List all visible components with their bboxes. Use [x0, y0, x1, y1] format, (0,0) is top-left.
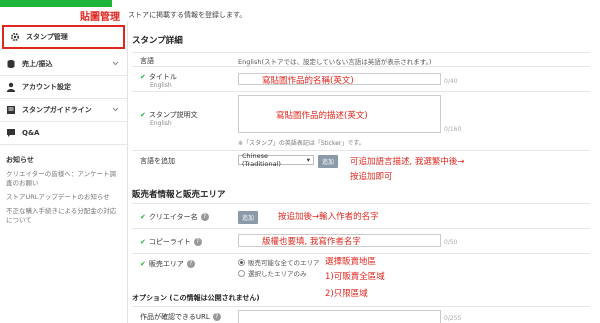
- language-select[interactable]: Chinese (Traditional) ▾: [238, 152, 314, 168]
- copyright-counter: 0/50: [444, 239, 458, 246]
- book-icon: [6, 105, 16, 115]
- help-icon[interactable]: ?: [186, 260, 195, 268]
- add-language-button[interactable]: 追加: [318, 155, 339, 168]
- progress-fill: [0, 0, 112, 7]
- creator-row: ✔ クリエイター名? 追加 按追加後→輸入作者的名字: [132, 203, 590, 228]
- sidebar-item-guideline[interactable]: スタンプガイドライン: [0, 99, 127, 122]
- required-check-icon: ✔: [140, 260, 146, 268]
- area-option-selected[interactable]: 選択したエリアのみ: [238, 268, 307, 278]
- url-label: 作品が確認できるURL?: [140, 312, 221, 322]
- annotation-creator: 按追加後→輸入作者的名字: [278, 212, 379, 222]
- sidebar-item-label: スタンプガイドライン: [22, 106, 92, 114]
- sidebar-item-label: アカウント設定: [22, 83, 71, 91]
- description-note: ※「スタンプ」の英語表記は「Sticker」です。: [238, 140, 365, 147]
- help-icon[interactable]: ?: [212, 313, 221, 321]
- main-content: ストアに掲載する情報を登録します。 スタンプ詳細 言語 English(ストアで…: [128, 0, 600, 323]
- description-row: ✔ スタンプ説明文 English 0/160 寫貼圖作品的描述(英文) ※「スタン…: [132, 91, 590, 150]
- gear-icon: [10, 32, 20, 42]
- sidebar-item-label: Q&A: [22, 129, 40, 137]
- chevron-down-icon: [112, 60, 119, 68]
- person-icon: [6, 82, 16, 92]
- dropdown-arrow-icon: ▾: [306, 156, 310, 164]
- description-label: ✔ スタンプ説明文 English: [140, 111, 198, 127]
- add-language-row: 言語を追加 Chinese (Traditional) ▾ 追加 可追加語言描述…: [132, 150, 590, 182]
- required-check-icon: ✔: [140, 111, 146, 119]
- copyright-row: ✔ コピーライト? 0/50 版權也要填, 我寫作者名字: [132, 228, 590, 253]
- help-icon[interactable]: ?: [200, 213, 209, 221]
- sidebar-item-label: 売上/振込: [22, 60, 53, 68]
- database-icon: [6, 59, 16, 69]
- annotation-add-language-2: 按追加即可: [350, 172, 393, 182]
- language-row: 言語 English(ストアでは、設定していない言語は英語が表示されます。): [132, 52, 590, 66]
- title-row: ✔ タイトル English 0/40 寫貼圖作品的名稱(英文): [132, 66, 590, 91]
- progress-bar: [0, 0, 112, 7]
- area-option-all[interactable]: 販売可能な全てのエリア: [238, 257, 320, 267]
- title-label: ✔ タイトル English: [140, 73, 177, 89]
- sidebar-item-qa[interactable]: Q&A: [0, 122, 127, 145]
- section-title-sales: 販売者情報と販売エリア: [132, 190, 226, 200]
- area-row: ✔ 販売エリア? 販売可能な全てのエリア 選択したエリアのみ 選擇販賣地區 1)可…: [132, 253, 590, 283]
- radio-selected[interactable]: [238, 258, 245, 266]
- area-label: ✔ 販売エリア?: [140, 259, 195, 269]
- title-counter: 0/40: [444, 78, 458, 85]
- radio-unselected[interactable]: [238, 269, 245, 277]
- notice-header: お知らせ: [6, 156, 34, 164]
- description-counter: 0/160: [444, 126, 462, 133]
- sidebar-item-sticker-management[interactable]: スタンプ管理: [2, 25, 125, 49]
- required-check-icon: ✔: [140, 73, 146, 81]
- url-counter: 0/255: [444, 315, 462, 322]
- required-check-icon: ✔: [140, 238, 146, 246]
- chevron-down-icon: [112, 106, 119, 114]
- creator-label: ✔ クリエイター名?: [140, 212, 209, 222]
- notice-link[interactable]: ストアURLアップデートのお知らせ: [0, 192, 127, 203]
- copyright-label: ✔ コピーライト?: [140, 237, 202, 247]
- add-language-label: 言語を追加: [140, 157, 175, 165]
- help-icon[interactable]: ?: [193, 238, 202, 246]
- add-creator-button[interactable]: 追加: [238, 211, 259, 224]
- annotation-area-2: 1)可販賣全區域: [325, 272, 385, 282]
- annotation-add-language-1: 可追加語言描述, 我選繁中後→: [350, 157, 465, 167]
- annotation-description: 寫貼圖作品的描述(英文): [276, 111, 368, 121]
- notice-link[interactable]: 不正な購入手続きによる分配金の対応について: [0, 206, 127, 226]
- sidebar: スタンプ管理 売上/振込 アカウント設定 スタンプガイドライン Q&A お知らせ…: [0, 22, 128, 323]
- section-title-detail: スタンプ詳細: [132, 36, 183, 46]
- annotation-area-3: 2)只限區域: [325, 289, 368, 299]
- annotation-copyright: 版權也要填, 我寫作者名字: [262, 237, 361, 247]
- url-row: 作品が確認できるURL? 0/255: [132, 306, 590, 323]
- intro-text: ストアに掲載する情報を登録します。: [128, 11, 247, 19]
- url-input[interactable]: [238, 310, 441, 323]
- annotation-area-1: 選擇販賣地區: [325, 257, 377, 267]
- annotation-sticker-management: 貼圖管理: [80, 12, 120, 23]
- language-label: 言語: [140, 57, 154, 65]
- sidebar-item-label: スタンプ管理: [26, 33, 68, 41]
- sidebar-item-sales[interactable]: 売上/振込: [0, 53, 127, 76]
- notice-link[interactable]: クリエイターの皆様へ：アンケート調査のお願い: [0, 169, 127, 189]
- qa-icon: [6, 128, 16, 138]
- sidebar-item-account[interactable]: アカウント設定: [0, 76, 127, 99]
- section-title-option: オプション (この情報は公開されません): [132, 294, 260, 302]
- annotation-title: 寫貼圖作品的名稱(英文): [262, 76, 354, 86]
- required-check-icon: ✔: [140, 213, 146, 221]
- language-value: English(ストアでは、設定していない言語は英語が表示されます。): [238, 58, 432, 66]
